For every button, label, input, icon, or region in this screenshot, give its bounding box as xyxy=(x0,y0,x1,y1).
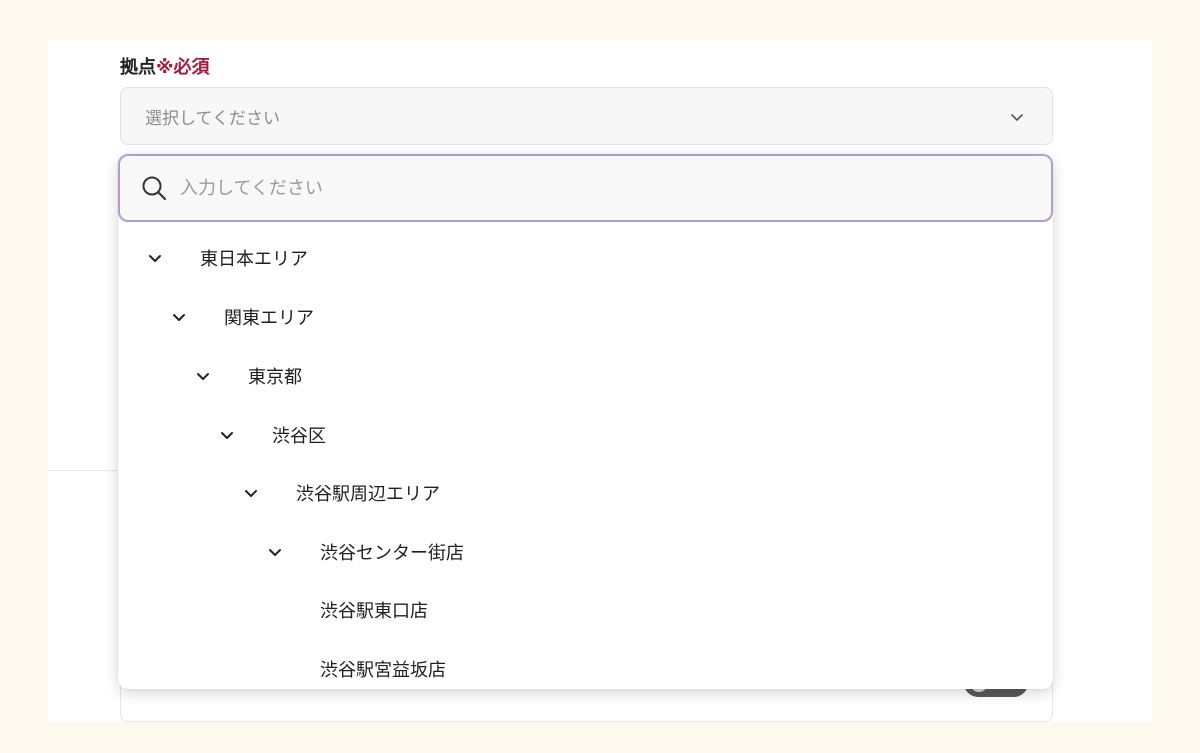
location-select[interactable]: 選択してください xyxy=(120,87,1053,145)
tree-item-east-japan[interactable]: 東日本エリア xyxy=(146,238,308,278)
field-label: 拠点 ※必須 xyxy=(120,54,210,78)
chevron-down-icon[interactable] xyxy=(194,367,212,385)
tree-item-label: 東京都 xyxy=(248,367,302,388)
select-placeholder: 選択してください xyxy=(145,108,280,129)
tree-item-shibuya-east-exit[interactable]: 渋谷駅東口店 xyxy=(266,590,428,630)
search-input[interactable] xyxy=(180,177,1000,199)
section-divider xyxy=(48,470,120,471)
chevron-down-icon[interactable] xyxy=(266,543,284,561)
tree-item-label: 渋谷区 xyxy=(272,426,326,447)
chevron-down-icon[interactable] xyxy=(242,484,260,502)
tree-item-shibuya-ku[interactable]: 渋谷区 xyxy=(218,415,326,455)
dropdown-panel: 東日本エリア 関東エリア 東京都 渋谷区 渋谷駅周辺エリア 渋谷センター街店 渋… xyxy=(118,154,1053,689)
field-label-text: 拠点 xyxy=(120,57,156,78)
tree-item-label: 関東エリア xyxy=(224,308,314,329)
tree-item-label: 渋谷駅周辺エリア xyxy=(296,484,440,505)
required-mark: ※必須 xyxy=(156,57,210,78)
chevron-down-icon xyxy=(1011,114,1023,121)
chevron-down-icon[interactable] xyxy=(218,426,236,444)
search-icon xyxy=(142,176,167,201)
tree-item-label: 渋谷センター街店 xyxy=(320,543,464,564)
tree-item-shibuya-station-area[interactable]: 渋谷駅周辺エリア xyxy=(242,473,440,513)
tree-item-shibuya-miyamasuzaka[interactable]: 渋谷駅宮益坂店 xyxy=(266,649,446,689)
dropdown-search xyxy=(118,154,1053,222)
tree-item-label: 渋谷駅宮益坂店 xyxy=(320,660,446,681)
tree-item-label: 渋谷駅東口店 xyxy=(320,601,428,622)
chevron-down-icon[interactable] xyxy=(146,249,164,267)
tree-item-label: 東日本エリア xyxy=(200,249,308,270)
tree-item-shibuya-center-gai[interactable]: 渋谷センター街店 xyxy=(266,532,464,572)
tree-item-kanto[interactable]: 関東エリア xyxy=(170,297,314,337)
tree-item-tokyo[interactable]: 東京都 xyxy=(194,356,302,396)
chevron-down-icon[interactable] xyxy=(170,308,188,326)
